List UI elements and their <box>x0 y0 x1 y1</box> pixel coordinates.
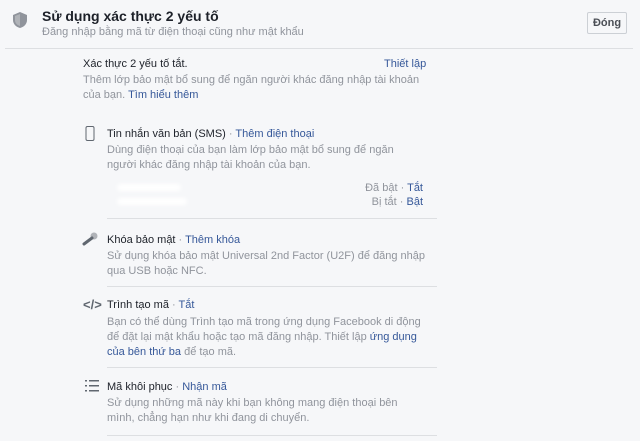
generator-desc-text: để tạo mã. <box>181 346 237 358</box>
key-icon <box>82 232 98 246</box>
phone-state: Đã bật <box>365 182 398 194</box>
get-codes-link[interactable]: Nhận mã <box>182 381 227 393</box>
dot: · <box>225 128 236 140</box>
page-title: Sử dụng xác thực 2 yếu tố <box>42 8 219 24</box>
phone-toggle-on-link[interactable]: Bật <box>406 196 423 208</box>
phone-number-redacted <box>117 184 181 191</box>
generator-off-link[interactable]: Tắt <box>179 299 195 311</box>
divider <box>107 218 437 219</box>
divider <box>5 48 633 49</box>
phone-row: Đã bật · Tắt <box>365 181 423 196</box>
phone-row: Bị tắt · Bật <box>372 195 423 210</box>
phone-toggle-off-link[interactable]: Tắt <box>407 182 423 194</box>
sms-heading: Tin nhắn văn bản (SMS) · Thêm điện thoại <box>107 127 437 142</box>
dot: · <box>175 234 186 246</box>
key-heading: Khóa bảo mật · Thêm khóa <box>107 233 437 248</box>
recovery-heading: Mã khôi phục · Nhận mã <box>107 380 437 395</box>
status-description: Thêm lớp bảo mật bổ sung để ngăn người k… <box>83 73 423 103</box>
dot: · <box>168 299 179 311</box>
dot: · <box>172 381 183 393</box>
divider <box>107 435 437 436</box>
page-subtitle: Đăng nhập bằng mã từ điện thoại cũng như… <box>42 26 304 38</box>
generator-heading: Trình tạo mã · Tắt <box>107 298 437 313</box>
divider <box>107 367 437 368</box>
status-text: Xác thực 2 yếu tố tắt. <box>83 58 188 70</box>
sms-description: Dùng điện thoại của bạn làm lớp bảo mật … <box>107 144 394 171</box>
phone-state: Bị tắt <box>371 196 397 208</box>
add-phone-link[interactable]: Thêm điện thoại <box>235 128 314 140</box>
key-title: Khóa bảo mật <box>107 234 176 246</box>
recovery-title: Mã khôi phục <box>107 381 173 393</box>
phone-icon <box>85 126 95 141</box>
sms-title: Tin nhắn văn bản (SMS) <box>107 128 226 140</box>
add-key-link[interactable]: Thêm khóa <box>185 234 240 246</box>
dot: · <box>397 182 408 194</box>
setup-link[interactable]: Thiết lập <box>384 58 426 70</box>
phone-number-redacted <box>117 198 187 205</box>
shield-icon <box>13 12 27 28</box>
learn-more-link[interactable]: Tìm hiểu thêm <box>128 89 198 101</box>
divider <box>107 286 437 287</box>
generator-title: Trình tạo mã <box>107 299 169 311</box>
code-icon: </> <box>83 297 102 312</box>
key-description: Sử dụng khóa bảo mật Universal 2nd Facto… <box>107 250 425 277</box>
close-button[interactable]: Đóng <box>587 12 627 34</box>
list-icon <box>85 380 99 392</box>
recovery-description: Sử dụng những mã này khi bạn không mang … <box>107 397 398 424</box>
generator-description: Bạn có thể dùng Trình tạo mã trong ứng d… <box>107 315 425 360</box>
